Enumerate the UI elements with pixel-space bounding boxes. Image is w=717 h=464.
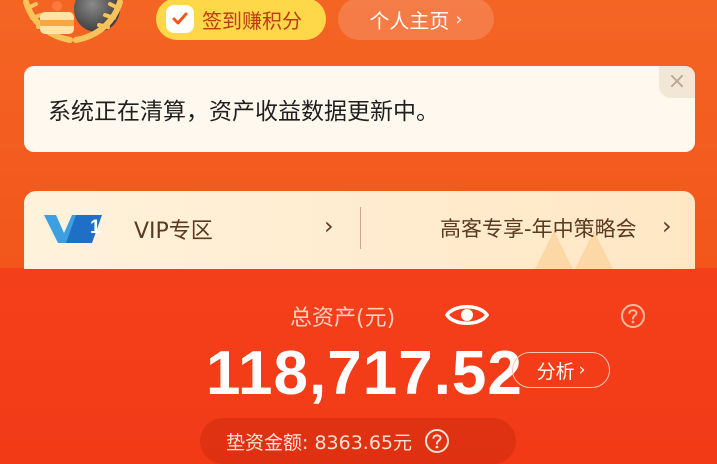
close-icon[interactable]: × (659, 66, 695, 98)
notice-text: 系统正在清算，资产收益数据更新中。 (48, 99, 439, 125)
total-assets-label: 总资产(元) (290, 306, 396, 331)
analysis-button[interactable]: 分析 › (512, 352, 610, 388)
advance-amount-pill[interactable]: 垫资金额: 8363.65元 (200, 418, 516, 464)
chevron-right-icon: › (455, 8, 463, 30)
vip-card: 1 VIP专区 › 高客专享-年中策略会 › (24, 191, 695, 269)
help-icon[interactable] (424, 428, 450, 454)
vip-logo-number: 1 (90, 217, 101, 238)
chevron-right-icon: › (578, 360, 586, 380)
chevron-right-icon[interactable]: › (662, 212, 672, 240)
profile-home-button[interactable]: 个人主页 › (338, 0, 494, 40)
chevron-right-icon[interactable]: › (324, 212, 334, 240)
vip-promo-link[interactable]: 高客专享-年中策略会 (440, 213, 637, 243)
divider (360, 207, 361, 249)
clearing-notice: 系统正在清算，资产收益数据更新中。 × (24, 66, 695, 152)
sign-in-button[interactable]: 签到赚积分 (156, 0, 326, 40)
total-assets-value: 118,717.52 (206, 339, 523, 408)
advance-amount-text: 垫资金额: 8363.65元 (226, 431, 413, 454)
checkmark-icon (166, 5, 194, 33)
avatar-area[interactable] (18, 0, 148, 56)
help-icon[interactable] (620, 303, 646, 329)
eye-icon[interactable] (444, 300, 490, 330)
profile-home-label: 个人主页 (369, 8, 450, 33)
cake-badge-icon (23, 0, 123, 43)
vip-zone-link[interactable]: VIP专区 (134, 213, 213, 245)
analysis-label: 分析 (536, 360, 575, 383)
sign-in-label: 签到赚积分 (202, 8, 302, 33)
